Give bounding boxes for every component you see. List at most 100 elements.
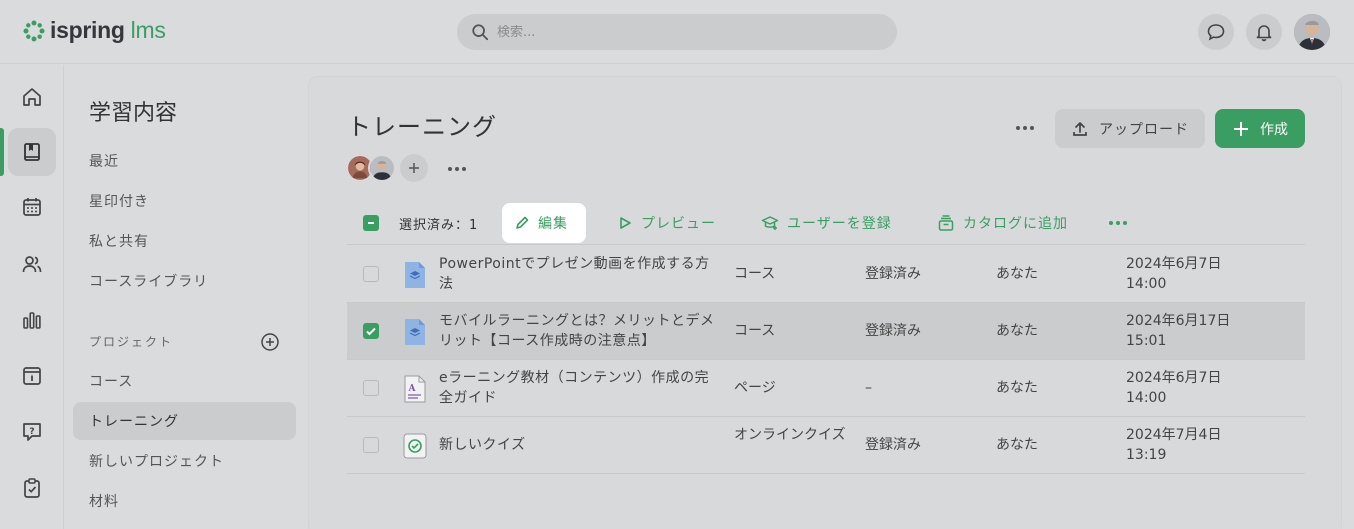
row-date-day: 2024年6月7日 [1126,256,1222,272]
create-label: 作成 [1260,121,1288,138]
nav-project-course[interactable]: コース [73,362,296,400]
user-avatar[interactable] [1294,14,1330,50]
row-type: ページ [734,380,776,396]
nav-item-course-library[interactable]: コースライブラリ [73,262,296,300]
add-collaborator-button[interactable] [400,154,428,182]
row-date: 2024年6月17日 15:01 [1126,311,1230,351]
rail-info[interactable] [8,352,56,400]
create-button[interactable]: 作成 [1215,109,1305,148]
edit-label: 編集 [538,216,568,232]
notifications-button[interactable] [1246,14,1282,50]
row-type: コース [734,266,776,282]
logo[interactable]: ispring lms [22,17,166,44]
play-icon [620,217,631,229]
row-date-day: 2024年6月7日 [1126,370,1222,386]
rail-questions[interactable]: ? [8,408,56,456]
row-date-time: 14:00 [1126,276,1167,292]
nav-item-recent[interactable]: 最近 [73,142,296,180]
minus-icon [368,222,374,224]
row-checkbox[interactable] [363,266,379,282]
add-project-icon[interactable] [260,332,280,352]
selection-toolbar: 選択済み：1 編集 プレビュー ユーザーを登録 カタログに追加 [347,201,1305,245]
table-row[interactable]: PowerPointでプレゼン動画を作成する方法 コース 登録済み あなた 20… [347,246,1305,303]
upload-label: アップロード [1099,121,1189,138]
calendar-icon [23,198,41,216]
left-rail: ? [0,65,64,529]
add-to-catalog-label: カタログに追加 [963,216,1068,232]
nav-project-training[interactable]: トレーニング [73,402,296,440]
main-content: トレーニング アップロード 作成 選択済み：1 編集 プレビュー ユーザーを登録… [308,76,1342,529]
course-icon [405,262,425,288]
rail-home[interactable] [8,73,56,121]
catalog-icon [938,215,954,231]
enroll-users-label: ユーザーを登録 [787,216,892,232]
row-name[interactable]: eラーニング教材（コンテンツ）作成の完全ガイド [439,368,719,408]
upload-button[interactable]: アップロード [1055,109,1205,148]
bell-icon [1256,25,1272,42]
table-row[interactable]: A eラーニング教材（コンテンツ）作成の完全ガイド ページ – あなた 2024… [347,360,1305,417]
page-title: トレーニング [347,113,497,141]
row-date: 2024年7月4日 13:19 [1126,425,1221,465]
row-status: 登録済み [865,266,921,282]
upload-icon [1073,121,1087,136]
row-date-time: 15:01 [1126,333,1167,349]
row-checkbox[interactable] [363,323,379,339]
projects-section-label: プロジェクト [89,335,174,349]
chat-icon [1207,24,1225,41]
row-date: 2024年6月7日 14:00 [1126,368,1221,408]
table-row[interactable]: 新しいクイズ オンラインクイズ 登録済み あなた 2024年7月4日 13:19 [347,417,1305,474]
row-checkbox[interactable] [363,437,379,453]
row-date-day: 2024年7月4日 [1126,427,1222,443]
rail-tasks[interactable] [8,464,56,512]
row-owner: あなた [996,380,1038,396]
rail-active-indicator [0,128,4,176]
row-checkbox[interactable] [363,380,379,396]
collaborators [346,154,428,182]
bar-chart-icon [23,312,41,329]
row-name[interactable]: PowerPointでプレゼン動画を作成する方法 [439,254,719,294]
nav-project-new[interactable]: 新しいプロジェクト [73,442,296,480]
chat-button[interactable] [1198,14,1234,50]
nav-project-materials[interactable]: 材料 [73,482,296,520]
quiz-icon [403,433,427,459]
more-options-icon[interactable] [1016,126,1034,130]
search-input[interactable] [497,24,877,40]
collaborators-more-icon[interactable] [448,167,466,171]
rail-users[interactable] [8,240,56,288]
row-date: 2024年6月7日 14:00 [1126,254,1221,294]
nav-item-shared[interactable]: 私と共有 [73,222,296,260]
rail-learning-content[interactable] [8,128,56,176]
edit-button[interactable]: 編集 [502,203,586,243]
course-icon [405,319,425,345]
preview-button[interactable]: プレビュー [617,203,716,243]
row-owner: あなた [996,437,1038,453]
top-bar: ispring lms [0,0,1354,64]
nav-item-starred[interactable]: 星印付き [73,182,296,220]
info-board-icon [23,367,41,385]
row-name[interactable]: 新しいクイズ [439,435,719,455]
logo-icon [23,20,45,41]
collaborator-avatar[interactable] [368,154,396,182]
pencil-icon [516,216,529,229]
row-date-time: 14:00 [1126,390,1167,406]
table-row[interactable]: モバイルラーニングとは？メリットとデメリット【コース作成時の注意点】 コース 登… [347,303,1305,360]
logo-text: ispring lms [50,17,166,43]
row-status: – [865,380,872,396]
preview-label: プレビュー [641,216,716,232]
row-name[interactable]: モバイルラーニングとは？メリットとデメリット【コース作成時の注意点】 [439,311,719,351]
sidenav-title: 学習内容 [89,101,178,126]
row-type: コース [734,323,776,339]
add-to-catalog-button[interactable]: カタログに追加 [937,203,1068,243]
rail-reports[interactable] [8,296,56,344]
search-bar[interactable] [457,14,897,50]
avatar-image [1294,14,1330,50]
enroll-users-button[interactable]: ユーザーを登録 [761,203,892,243]
search-icon [472,24,489,41]
question-chat-icon: ? [23,423,41,441]
clipboard-check-icon [24,478,40,498]
rail-calendar[interactable] [8,183,56,231]
select-all-checkbox[interactable] [363,215,379,231]
toolbar-more-icon[interactable] [1109,221,1127,225]
row-date-day: 2024年6月17日 [1126,313,1231,329]
row-status: 登録済み [865,323,921,339]
